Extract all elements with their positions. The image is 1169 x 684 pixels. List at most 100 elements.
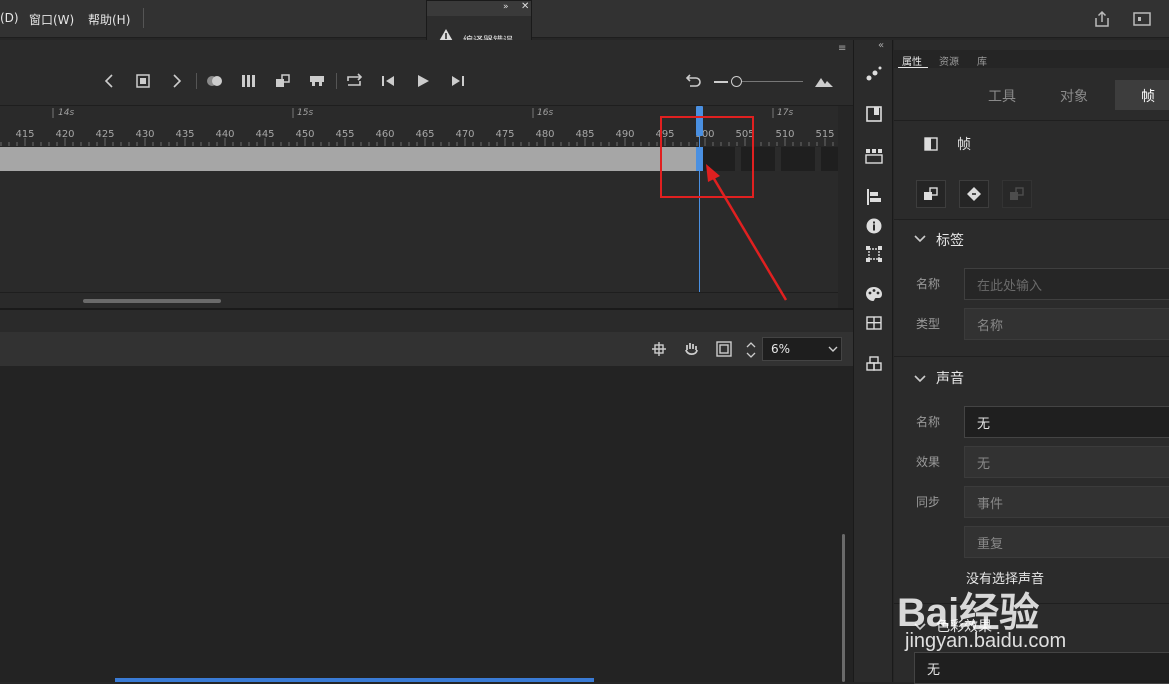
workspace-icon[interactable] xyxy=(1133,11,1151,30)
sound-repeat-select[interactable]: 重复 xyxy=(964,526,1169,558)
zoom-in-mountains-icon[interactable] xyxy=(813,71,835,93)
sound-repeat-value: 重复 xyxy=(977,537,1004,552)
label-type-select[interactable]: 名称 xyxy=(964,308,1169,340)
frame-number-label: 455 xyxy=(335,129,355,140)
edit-multiple-frames-icon[interactable] xyxy=(238,70,260,92)
frame-number-label: 445 xyxy=(255,129,275,140)
zoom-dropdown[interactable]: 6% xyxy=(762,337,842,361)
menu-item-help[interactable]: 帮助(H) xyxy=(88,11,130,28)
loop-icon[interactable] xyxy=(344,70,366,92)
timeline-zoom-thumb[interactable] xyxy=(731,76,742,87)
create-tween-icon[interactable] xyxy=(272,70,294,92)
stage-header-bar xyxy=(0,308,853,332)
menu-item-d[interactable]: (D) xyxy=(0,11,19,25)
step-forward-icon[interactable] xyxy=(446,70,468,92)
timeline-toolbar: ≡ xyxy=(0,40,853,106)
play-icon[interactable] xyxy=(412,70,434,92)
panel-tab-bar: 属性 资源 库 xyxy=(894,50,1169,68)
collapse-icon[interactable]: « xyxy=(878,40,884,51)
scrollbar-thumb[interactable] xyxy=(83,299,221,303)
components-icon[interactable] xyxy=(865,147,883,165)
segment-frame[interactable]: 帧 xyxy=(1141,86,1155,106)
panel-icon-strip: « xyxy=(853,40,893,682)
segment-tool[interactable]: 工具 xyxy=(988,86,1016,106)
create-classic-tween-button[interactable] xyxy=(916,180,946,208)
zoom-value: 6% xyxy=(771,342,791,356)
mode-segmented-control: 工具 对象 帧 xyxy=(894,78,1169,116)
library-book-icon[interactable] xyxy=(865,105,883,123)
zoom-stepper-icon[interactable] xyxy=(746,340,756,363)
sound-sync-select[interactable]: 事件 xyxy=(964,486,1169,518)
color-effect-section-title[interactable]: 色彩效果 xyxy=(936,616,992,636)
toolbar-separator xyxy=(196,73,197,89)
chevron-down-icon[interactable] xyxy=(914,621,926,631)
center-stage-icon[interactable] xyxy=(648,338,670,360)
label-name-placeholder: 在此处输入 xyxy=(977,279,1043,294)
frame-number-label: 485 xyxy=(575,129,595,140)
motion-presets-icon[interactable] xyxy=(865,64,883,82)
frame-number-label: 435 xyxy=(175,129,195,140)
chevron-down-icon[interactable] xyxy=(914,373,926,383)
sound-name-select[interactable]: 无 xyxy=(964,406,1169,438)
frame-number-label: 470 xyxy=(455,129,475,140)
menu-item-window[interactable]: 窗口(W) xyxy=(29,11,74,28)
sound-sync-label: 同步 xyxy=(916,495,941,509)
assets-stack-icon[interactable] xyxy=(865,355,883,373)
share-icon[interactable] xyxy=(1093,10,1111,31)
chevron-down-icon[interactable] xyxy=(827,340,839,361)
frame-number-label: 475 xyxy=(495,129,515,140)
frame-number-label: 420 xyxy=(55,129,75,140)
second-label: 14s xyxy=(58,108,75,118)
shape-tween-button[interactable] xyxy=(959,180,989,208)
panel-header[interactable]: » ✕ xyxy=(427,1,531,16)
zoom-out-icon[interactable] xyxy=(714,81,728,83)
toolbar-separator xyxy=(336,73,337,89)
onion-skin-icon[interactable] xyxy=(204,70,226,92)
label-name-input[interactable]: 在此处输入 xyxy=(964,268,1169,300)
clip-content-icon[interactable] xyxy=(713,338,735,360)
frame-number-label: 450 xyxy=(295,129,315,140)
rotate-tool-icon[interactable] xyxy=(681,338,703,360)
next-keyframe-icon[interactable] xyxy=(166,70,188,92)
disabled-tween-button[interactable] xyxy=(1002,180,1032,208)
sound-sync-value: 事件 xyxy=(977,497,1004,512)
tab-properties[interactable]: 属性 xyxy=(902,53,922,68)
timeline-zoom-track[interactable] xyxy=(741,81,803,82)
chevron-down-icon[interactable] xyxy=(914,233,926,243)
layer-frames-span[interactable] xyxy=(0,147,696,171)
tab-assets[interactable]: 资源 xyxy=(939,53,959,68)
properties-panel: 属性 资源 库 工具 对象 帧 帧 标签 名称 在此处输入 类型 名称 声音 名… xyxy=(894,40,1169,684)
previous-keyframe-icon[interactable] xyxy=(98,70,120,92)
sound-section-title[interactable]: 声音 xyxy=(936,368,964,388)
sound-effect-value: 无 xyxy=(977,457,991,472)
panel-menu-icon[interactable]: ≡ xyxy=(838,43,846,54)
frame-number-label: 515 xyxy=(815,129,835,140)
color-effect-select[interactable]: 无 xyxy=(914,652,1169,684)
expand-icon[interactable]: » xyxy=(503,2,509,12)
segment-object[interactable]: 对象 xyxy=(1060,86,1088,106)
undo-icon[interactable] xyxy=(682,70,704,92)
stage-image-edge xyxy=(115,678,594,682)
transform-icon[interactable] xyxy=(865,245,883,263)
insert-keyframe-icon[interactable] xyxy=(132,70,154,92)
color-palette-icon[interactable] xyxy=(865,285,883,303)
frame-number-label: 425 xyxy=(95,129,115,140)
menu-separator xyxy=(143,8,144,28)
tab-library[interactable]: 库 xyxy=(977,53,987,68)
frame-number-label: 460 xyxy=(375,129,395,140)
step-back-icon[interactable] xyxy=(378,70,400,92)
divider xyxy=(894,356,1169,357)
insert-blank-keyframe-icon[interactable] xyxy=(306,70,328,92)
align-icon[interactable] xyxy=(865,188,883,206)
frame-number-label: 465 xyxy=(415,129,435,140)
stage-canvas[interactable] xyxy=(0,366,853,682)
divider xyxy=(894,120,1169,121)
close-icon[interactable]: ✕ xyxy=(521,1,529,12)
sound-effect-select[interactable]: 无 xyxy=(964,446,1169,478)
swatches-icon[interactable] xyxy=(865,314,883,332)
frame-number-label: 415 xyxy=(15,129,35,140)
info-icon[interactable] xyxy=(865,217,883,235)
stage-vertical-scrollbar[interactable] xyxy=(842,534,845,682)
frame-icon xyxy=(924,137,938,154)
label-section-title[interactable]: 标签 xyxy=(936,230,964,250)
